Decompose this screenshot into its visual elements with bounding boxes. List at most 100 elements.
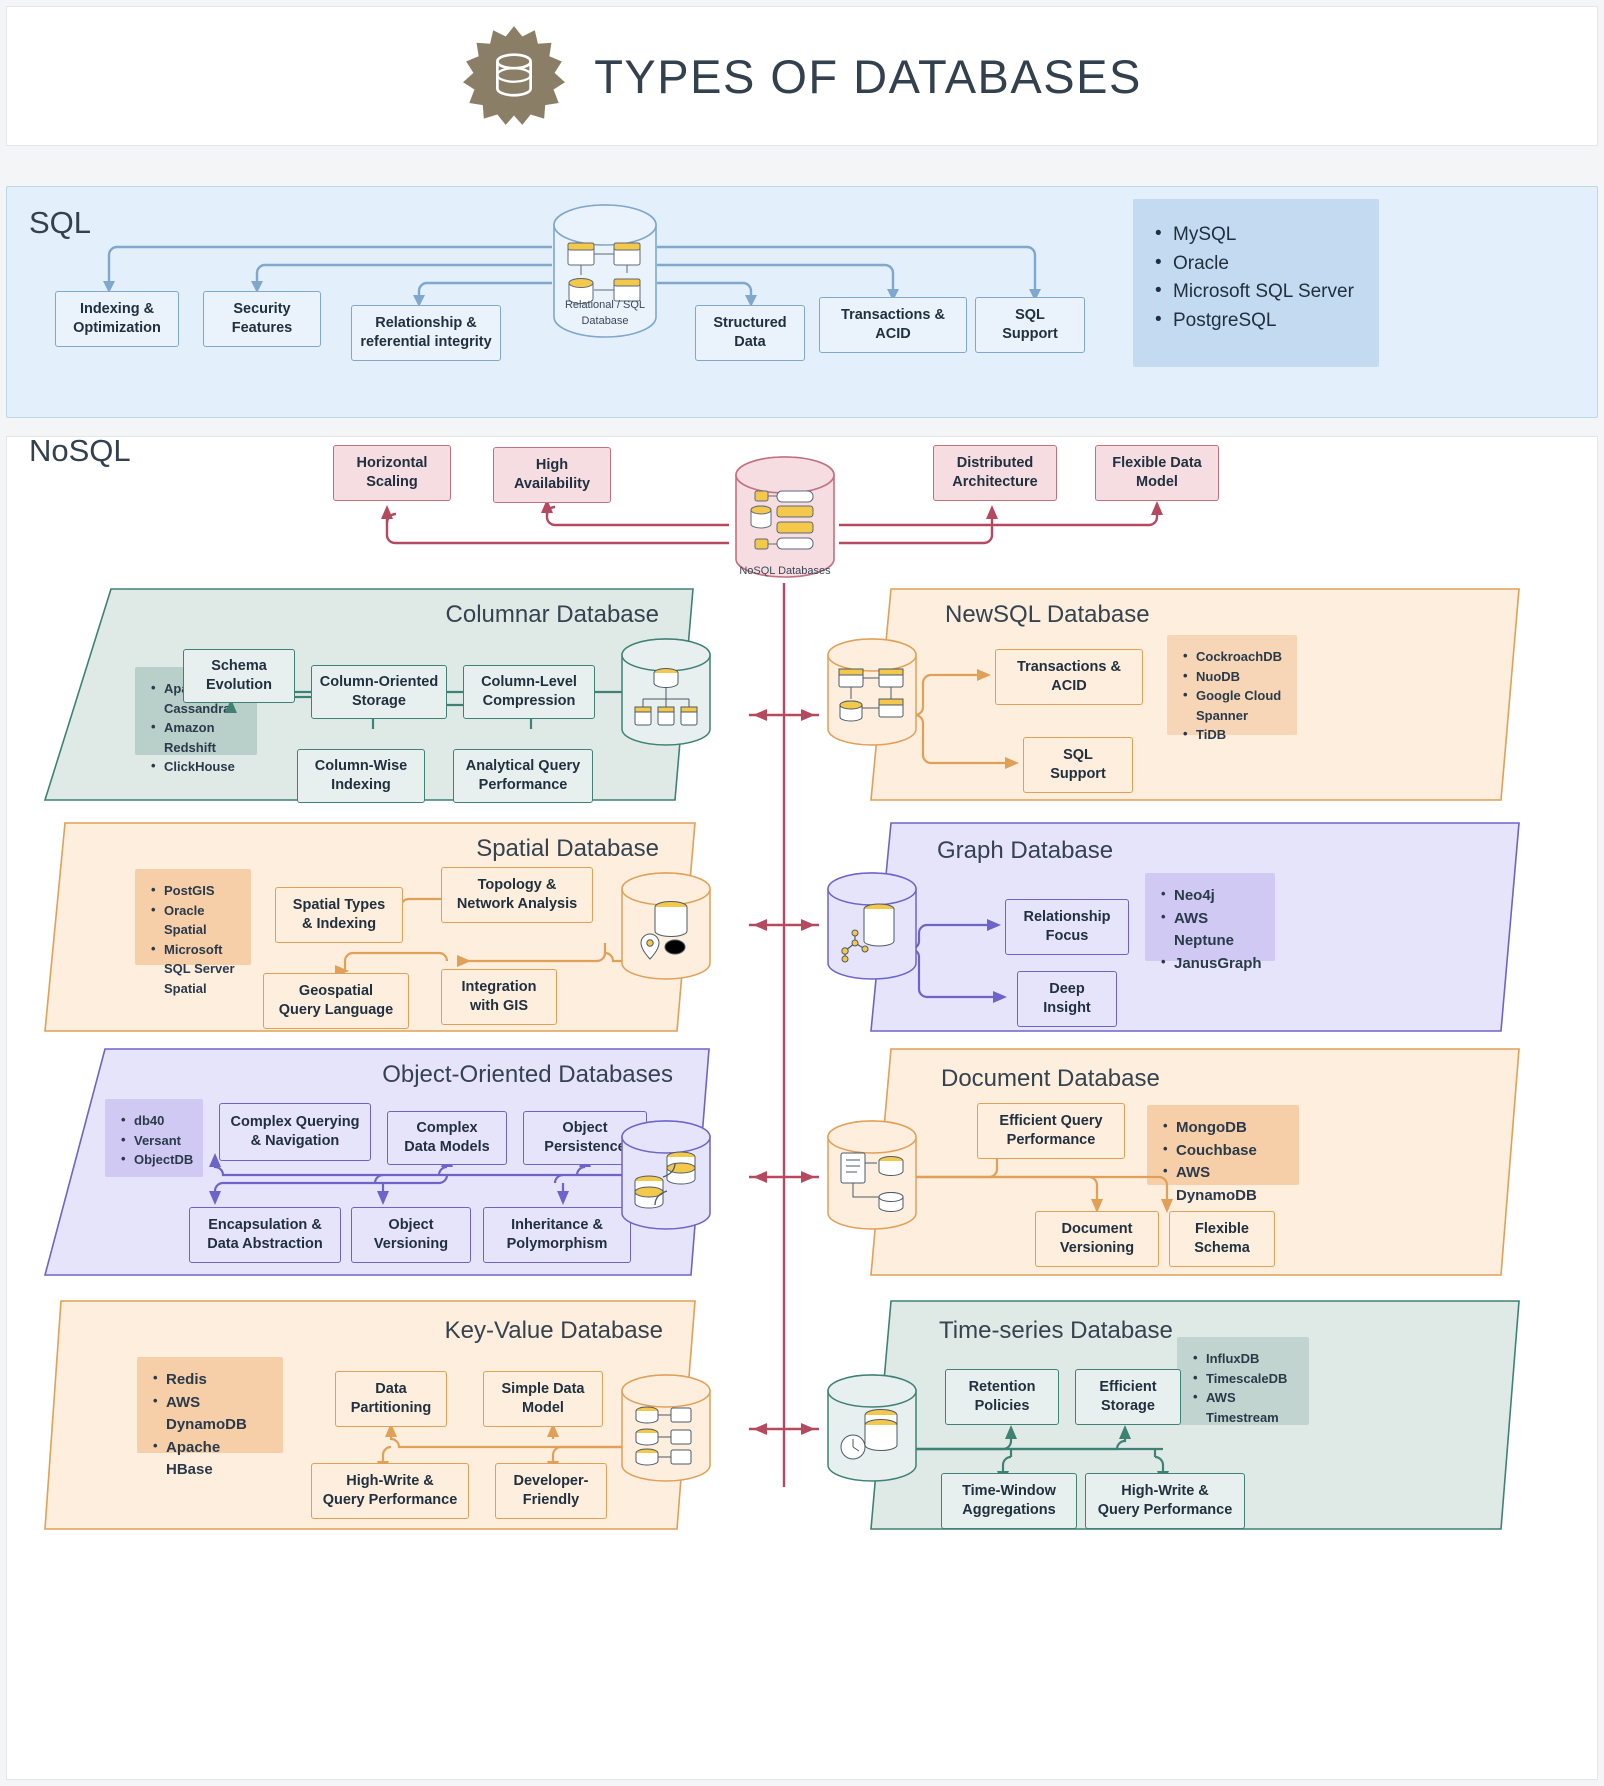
nosql-top-3-line2: Model: [1136, 474, 1178, 490]
nsql-n1-l1: SQL: [1063, 747, 1093, 764]
sql-example-2: Microsoft SQL Server: [1151, 277, 1361, 307]
spatial-examples-list: PostGIS Oracle Spatial Microsoft SQL Ser…: [149, 880, 237, 999]
keyvalue-examples-list: Redis AWS DynamoDB Apache HBase: [151, 1368, 269, 1482]
kv-n1-l1: Simple Data: [501, 1381, 585, 1398]
gr-n0-l1: Relationship: [1023, 909, 1111, 926]
keyvalue-example-0: Redis: [151, 1368, 269, 1392]
kv-n3-l1: Developer-: [513, 1473, 589, 1490]
spatial-example-0: PostGIS: [149, 880, 237, 901]
sp-n1-l1: Topology &: [477, 877, 557, 894]
col-n3-l1: Column-Wise: [314, 758, 408, 775]
sql-examples-chip: MySQL Oracle Microsoft SQL Server Postgr…: [1133, 199, 1379, 367]
oo-node-object-versioning[interactable]: Object Versioning: [351, 1207, 471, 1263]
document-node-flexible-schema[interactable]: Flexible Schema: [1169, 1211, 1275, 1267]
oo-node-complex-querying-navigation[interactable]: Complex Querying & Navigation: [219, 1103, 371, 1161]
timeseries-example-1: TimescaleDB: [1191, 1368, 1295, 1389]
col-n2-l1: Column-Level: [481, 674, 577, 691]
newsql-node-sql-support[interactable]: SQL Support: [1023, 737, 1133, 793]
sql-node-relationship-integrity[interactable]: Relationship & referential integrity: [351, 305, 501, 361]
graph-example-0: Neo4j: [1159, 884, 1261, 908]
newsql-cylinder: [825, 637, 919, 749]
graph-node-relationship-focus[interactable]: Relationship Focus: [1005, 899, 1129, 955]
nosql-node-high-availability[interactable]: High Availability: [493, 447, 611, 503]
document-node-document-versioning[interactable]: Document Versioning: [1035, 1211, 1159, 1267]
spatial-example-2: Microsoft SQL Server Spatial: [149, 939, 237, 999]
timeseries-node-high-write-query-performance[interactable]: High-Write & Query Performance: [1085, 1473, 1245, 1529]
document-example-1: Couchbase: [1161, 1139, 1285, 1163]
oo-examples-list: db40 Versant ObjectDB: [119, 1110, 193, 1170]
spatial-node-geospatial-query-language[interactable]: Geospatial Query Language: [263, 973, 409, 1029]
spatial-node-integration-with-gis[interactable]: Integration with GIS: [441, 969, 557, 1025]
sql-node-structured-data[interactable]: Structured Data: [695, 305, 805, 361]
timeseries-node-retention-policies[interactable]: Retention Policies: [945, 1369, 1059, 1425]
timeseries-examples-chip: InfluxDB TimescaleDB AWS Timestream: [1177, 1337, 1309, 1425]
oo-n3-l1: Encapsulation &: [208, 1217, 322, 1234]
oo-n2-l2: Persistence: [544, 1139, 626, 1155]
oo-n0-l2: & Navigation: [250, 1133, 340, 1149]
columnar-node-column-oriented-storage[interactable]: Column-Oriented Storage: [311, 665, 447, 719]
keyvalue-node-high-write-query-performance[interactable]: High-Write & Query Performance: [311, 1463, 469, 1519]
keyvalue-example-2: Apache HBase: [151, 1436, 269, 1482]
col-n4-l1: Analytical Query: [465, 758, 581, 775]
oo-example-1: Versant: [119, 1130, 189, 1151]
graph-example-1: AWS Neptune: [1159, 907, 1261, 953]
panel-spatial-database: Spatial Database PostGIS Oracle Spatial …: [43, 821, 715, 1033]
keyvalue-node-developer-friendly[interactable]: Developer- Friendly: [495, 1463, 607, 1519]
gr-n1-l1: Deep: [1049, 981, 1085, 998]
oo-n4-l2: Versioning: [373, 1236, 449, 1252]
sql-node-0-line1: Indexing &: [79, 301, 155, 318]
nsql-n0-l1: Transactions &: [1017, 659, 1121, 676]
sql-example-0: MySQL: [1151, 220, 1361, 250]
sql-node-sql-support[interactable]: SQL Support: [975, 297, 1085, 353]
document-node-efficient-query-performance[interactable]: Efficient Query Performance: [977, 1103, 1125, 1159]
graph-examples-chip: Neo4j AWS Neptune JanusGraph: [1145, 873, 1275, 972]
newsql-examples-list: CockroachDB NuoDB Google Cloud Spanner T…: [1181, 646, 1283, 745]
sql-node-5-line1: SQL: [1015, 307, 1045, 324]
spatial-node-spatial-types-indexing[interactable]: Spatial Types & Indexing: [275, 887, 403, 943]
sql-node-1-line1: Security: [233, 301, 291, 318]
sql-example-1: Oracle: [1151, 249, 1361, 279]
keyvalue-node-simple-data-model[interactable]: Simple Data Model: [483, 1371, 603, 1427]
sql-examples-list: MySQL Oracle Microsoft SQL Server Postgr…: [1151, 220, 1361, 336]
nosql-node-horizontal-scaling[interactable]: Horizontal Scaling: [333, 445, 451, 501]
columnar-node-column-wise-indexing[interactable]: Column-Wise Indexing: [297, 749, 425, 803]
oo-example-0: db40: [119, 1110, 189, 1131]
oo-node-encapsulation-data-abstraction[interactable]: Encapsulation & Data Abstraction: [189, 1207, 341, 1263]
nosql-node-distributed-architecture[interactable]: Distributed Architecture: [933, 445, 1057, 501]
oo-n1-l1: Complex: [416, 1120, 478, 1137]
panel-time-series-database: Time-series Database InfluxDB TimescaleD…: [849, 1299, 1521, 1531]
ts-n0-l1: Retention: [968, 1379, 1036, 1396]
graph-example-2: JanusGraph: [1159, 952, 1262, 976]
spatial-examples-chip: PostGIS Oracle Spatial Microsoft SQL Ser…: [135, 869, 251, 996]
doc-n1-l1: Document: [1061, 1221, 1133, 1238]
col-n3-l2: Indexing: [331, 777, 391, 793]
col-n2-l2: Compression: [482, 693, 576, 709]
newsql-node-transactions-acid[interactable]: Transactions & ACID: [995, 649, 1143, 705]
columnar-node-schema-evolution[interactable]: Schema Evolution: [183, 649, 295, 703]
panel-key-value-database: Key-Value Database Redis AWS DynamoDB Ap…: [43, 1299, 715, 1531]
oo-node-inheritance-polymorphism[interactable]: Inheritance & Polymorphism: [483, 1207, 631, 1263]
sql-node-security-features[interactable]: Security Features: [203, 291, 321, 347]
spatial-node-topology-network-analysis[interactable]: Topology & Network Analysis: [441, 867, 593, 923]
col-n1-l2: Storage: [351, 693, 406, 709]
oo-node-complex-data-models[interactable]: Complex Data Models: [387, 1111, 507, 1165]
newsql-example-0: CockroachDB: [1181, 646, 1283, 667]
sql-example-3: PostgreSQL: [1151, 306, 1361, 336]
panel-document-database: Document Database MongoDB Couchbase AWS …: [849, 1047, 1521, 1277]
keyvalue-node-data-partitioning[interactable]: Data Partitioning: [335, 1371, 447, 1427]
sql-node-3-line1: Structured: [713, 315, 787, 332]
sql-node-indexing-optimization[interactable]: Indexing & Optimization: [55, 291, 179, 347]
nosql-node-flexible-data-model[interactable]: Flexible Data Model: [1095, 445, 1219, 501]
sql-node-1-line2: Features: [231, 320, 293, 336]
sp-n3-l2: with GIS: [469, 998, 528, 1014]
ts-n2-l2: Aggregations: [962, 1502, 1056, 1518]
ts-n2-l1: Time-Window: [962, 1483, 1056, 1500]
spatial-cylinder: [619, 871, 713, 983]
columnar-node-column-level-compression[interactable]: Column-Level Compression: [463, 665, 595, 719]
timeseries-node-efficient-storage[interactable]: Efficient Storage: [1075, 1369, 1181, 1425]
columnar-node-analytical-query-performance[interactable]: Analytical Query Performance: [453, 749, 593, 803]
sql-node-transactions-acid[interactable]: Transactions & ACID: [819, 297, 967, 353]
graph-node-deep-insight[interactable]: Deep Insight: [1017, 971, 1117, 1027]
timeseries-node-time-window-aggregations[interactable]: Time-Window Aggregations: [941, 1473, 1077, 1529]
newsql-example-2: Google Cloud Spanner: [1181, 685, 1283, 725]
